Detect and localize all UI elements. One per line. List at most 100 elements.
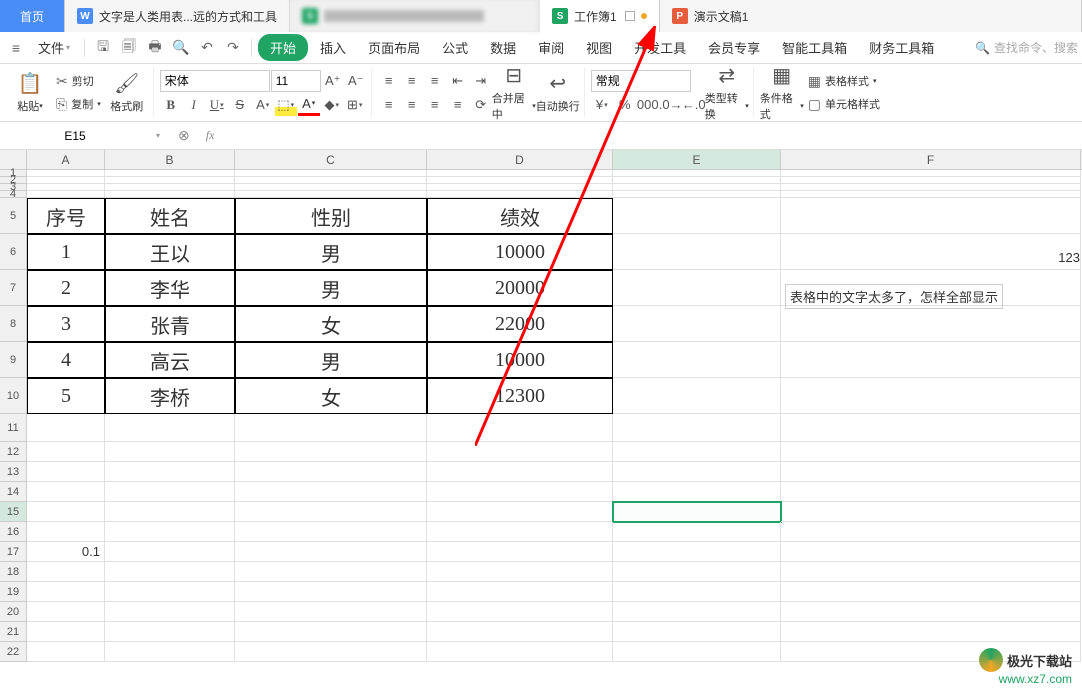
cell-F18[interactable] [781,562,1081,582]
cell-B8[interactable]: 张青 [105,306,235,342]
cell-D21[interactable] [427,622,613,642]
dec-decrease-button[interactable]: ←.0 [683,94,705,116]
tab-view[interactable]: 视图 [576,32,622,63]
row-header-21[interactable]: 21 [0,622,27,642]
row-header-22[interactable]: 22 [0,642,27,662]
cell-D5[interactable]: 绩效 [427,198,613,234]
cell-D13[interactable] [427,462,613,482]
cell-F13[interactable] [781,462,1081,482]
tab-blurred[interactable]: S [290,0,540,32]
tab-pres-doc[interactable]: P 演示文稿1 [660,0,1082,32]
cell-E11[interactable] [613,414,781,442]
cell-B10[interactable]: 李桥 [105,378,235,414]
cell-D2[interactable] [427,177,613,184]
font-size-select[interactable] [271,70,321,92]
name-box[interactable] [0,122,150,149]
cell-E18[interactable] [613,562,781,582]
cell-B22[interactable] [105,642,235,662]
cell-A4[interactable] [27,191,105,198]
cell-B19[interactable] [105,582,235,602]
cell-B6[interactable]: 王以 [105,234,235,270]
cell-B18[interactable] [105,562,235,582]
cell-C13[interactable] [235,462,427,482]
cell-B15[interactable] [105,502,235,522]
number-format-select[interactable] [591,70,691,92]
align-top-button[interactable]: ≡ [378,70,400,92]
cell-C22[interactable] [235,642,427,662]
increase-font-button[interactable]: A⁺ [322,70,344,92]
cell-F10[interactable] [781,378,1081,414]
cell-F2[interactable] [781,177,1081,184]
cell-F6[interactable] [781,234,1081,270]
paste-button[interactable]: 📋 粘贴▾ [8,71,52,114]
cell-E17[interactable] [613,542,781,562]
cell-E2[interactable] [613,177,781,184]
cell-D16[interactable] [427,522,613,542]
cell-E21[interactable] [613,622,781,642]
align-bottom-button[interactable]: ≡ [424,70,446,92]
cell-C9[interactable]: 男 [235,342,427,378]
cell-A6[interactable]: 1 [27,234,105,270]
cell-F11[interactable] [781,414,1081,442]
col-header-E[interactable]: E [613,150,781,169]
row-header-15[interactable]: 15 [0,502,27,522]
cell-A3[interactable] [27,184,105,191]
cell-C16[interactable] [235,522,427,542]
menu-toggle-icon[interactable]: ≡ [4,36,28,60]
cell-B13[interactable] [105,462,235,482]
cell-A21[interactable] [27,622,105,642]
cell-D22[interactable] [427,642,613,662]
strikethrough-button[interactable]: S [229,94,251,116]
cell-C14[interactable] [235,482,427,502]
cell-D12[interactable] [427,442,613,462]
cell-B2[interactable] [105,177,235,184]
copy-button[interactable]: ⎘复制▾ [52,94,105,115]
cell-C7[interactable]: 男 [235,270,427,306]
cell-A14[interactable] [27,482,105,502]
tab-home[interactable]: 首页 [0,0,65,32]
cell-B16[interactable] [105,522,235,542]
indent-left-button[interactable]: ⇤ [447,70,469,92]
cell-A2[interactable] [27,177,105,184]
cell-D7[interactable]: 20000 [427,270,613,306]
undo-icon[interactable]: ↶ [195,36,219,60]
fx-icon[interactable]: fx [202,128,219,143]
cell-E8[interactable] [613,306,781,342]
cond-format-button[interactable]: ▦ 条件格式▾ [760,63,804,122]
row-header-17[interactable]: 17 [0,542,27,562]
cell-B12[interactable] [105,442,235,462]
row-header-5[interactable]: 5 [0,198,27,234]
cell-B9[interactable]: 高云 [105,342,235,378]
row-header-10[interactable]: 10 [0,378,27,414]
align-justify-button[interactable]: ≡ [447,94,469,116]
cell-C12[interactable] [235,442,427,462]
cell-E12[interactable] [613,442,781,462]
cell-F9[interactable] [781,342,1081,378]
row-header-18[interactable]: 18 [0,562,27,582]
cell-A1[interactable] [27,170,105,177]
percent-button[interactable]: % [614,94,636,116]
cell-D3[interactable] [427,184,613,191]
print-preview-icon[interactable]: 🔍 [169,36,193,60]
tab-member[interactable]: 会员专享 [698,32,770,63]
redo-icon[interactable]: ↷ [221,36,245,60]
bold-button[interactable]: B [160,94,182,116]
cell-A16[interactable] [27,522,105,542]
col-header-B[interactable]: B [105,150,235,169]
row-header-11[interactable]: 11 [0,414,27,442]
formula-input[interactable] [218,122,1082,149]
cell-C4[interactable] [235,191,427,198]
cell-D4[interactable] [427,191,613,198]
cell-A10[interactable]: 5 [27,378,105,414]
row-header-6[interactable]: 6 [0,234,27,270]
cell-B3[interactable] [105,184,235,191]
comma-button[interactable]: 000 [637,94,659,116]
cell-D17[interactable] [427,542,613,562]
cell-F15[interactable] [781,502,1081,522]
cell-F4[interactable] [781,191,1081,198]
merge-center-button[interactable]: ⊟ 合并居中▾ [492,63,536,122]
cell-D19[interactable] [427,582,613,602]
cell-F16[interactable] [781,522,1081,542]
cell-E7[interactable] [613,270,781,306]
font-style-button[interactable]: A▾ [252,94,274,116]
